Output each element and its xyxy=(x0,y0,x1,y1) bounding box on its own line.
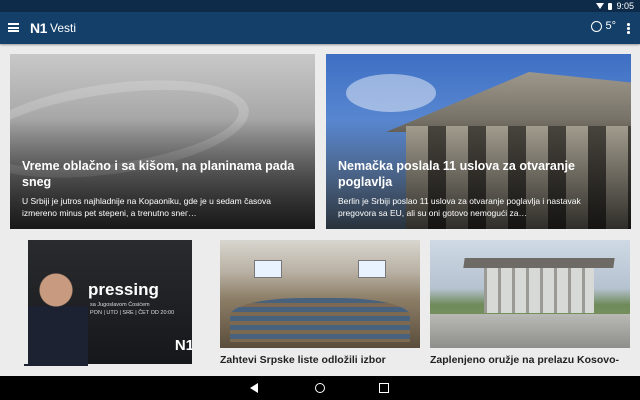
hero-summary: Berlin je Srbiji poslao 11 uslova za otv… xyxy=(338,196,581,218)
host-portrait xyxy=(24,266,88,366)
status-bar: 9:05 xyxy=(0,0,640,12)
battery-icon xyxy=(608,2,613,10)
card-border-weapons[interactable]: Zaplenjeno oružje na prelazu Kosovo- xyxy=(430,240,630,376)
show-subtitle: sa Jugoslavom Ćosićem xyxy=(90,302,150,308)
cloud-moon-icon xyxy=(591,20,603,32)
wifi-icon xyxy=(596,3,605,9)
card-caption: Zaplenjeno oružje na prelazu Kosovo- xyxy=(430,354,620,366)
show-schedule: PON | UTO | SRE | ČET OD 20:00 xyxy=(90,310,175,316)
status-icons: 9:05 xyxy=(596,0,634,12)
show-title: pressing xyxy=(88,280,159,299)
parliament-image xyxy=(220,240,420,348)
nav-bar xyxy=(0,376,640,400)
card-srpska-lista[interactable]: Zahtevi Srpske liste odložili izbor xyxy=(220,240,420,376)
hero-card-weather[interactable]: Vreme oblačno i sa kišom, na planinama p… xyxy=(10,54,315,229)
more-vert-icon[interactable] xyxy=(627,23,630,35)
card-pressing[interactable]: pressing sa Jugoslavom Ćosićem PON | UTO… xyxy=(10,240,210,376)
app-logo: N1 xyxy=(30,20,47,36)
status-time: 9:05 xyxy=(616,1,634,11)
recents-icon[interactable] xyxy=(379,383,389,393)
home-icon[interactable] xyxy=(315,383,325,393)
hero-title: Vreme oblačno i sa kišom, na planinama p… xyxy=(22,159,295,189)
app-title: Vesti xyxy=(50,21,77,35)
weather-widget[interactable]: 5° xyxy=(591,20,616,32)
menu-icon[interactable] xyxy=(8,23,19,32)
card-caption: Zahtevi Srpske liste odložili izbor xyxy=(220,354,386,366)
hero-card-germany[interactable]: Nemačka poslala 11 uslova za otvaranje p… xyxy=(326,54,631,229)
hero-summary: U Srbiji je jutros najhladnije na Kopaon… xyxy=(22,196,272,218)
back-icon[interactable] xyxy=(250,383,258,393)
pressing-promo-image: pressing sa Jugoslavom Ćosićem PON | UTO… xyxy=(10,240,210,366)
hero-title: Nemačka poslala 11 uslova za otvaranje p… xyxy=(338,159,575,189)
weather-temperature: 5° xyxy=(605,20,616,32)
app-bar: N1 Vesti 5° xyxy=(0,12,640,44)
border-crossing-image xyxy=(430,240,630,348)
